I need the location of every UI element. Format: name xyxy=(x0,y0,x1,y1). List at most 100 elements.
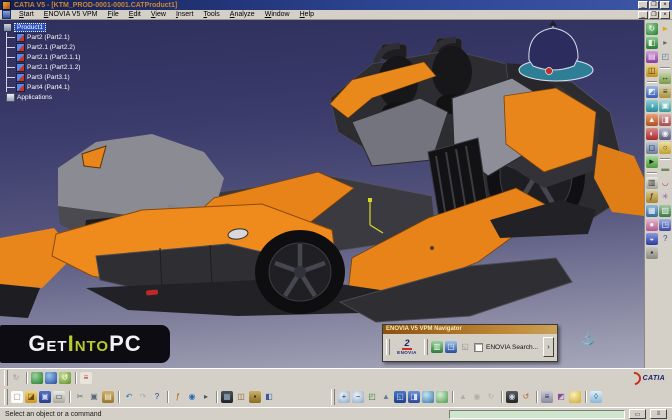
paste-icon[interactable]: ▤ xyxy=(102,391,114,403)
toolbar-grip[interactable] xyxy=(4,370,8,386)
menu-enovia-v5-vpm[interactable]: ENOVIA V5 VPM xyxy=(39,11,103,18)
enovia-navigator-titlebar[interactable]: ENOVIA V5 VPM Navigator xyxy=(383,325,557,334)
select-arrow-icon[interactable]: ► xyxy=(659,23,672,35)
multi-view-icon[interactable]: ◱ xyxy=(394,391,406,403)
ruler-icon[interactable]: ≡ xyxy=(541,391,553,403)
section-icon[interactable]: ◨ xyxy=(659,114,672,126)
tree-item-label[interactable]: Part2.1 (Part2.2) xyxy=(27,44,75,51)
zoom-area-icon[interactable]: ◰ xyxy=(659,51,672,63)
enovia-open-icon[interactable]: ◳ xyxy=(445,341,457,353)
enovia-work-globe-icon[interactable] xyxy=(31,372,43,384)
menu-view[interactable]: View xyxy=(146,11,171,18)
look-at-icon[interactable]: ◉ xyxy=(471,391,483,403)
kinematics-icon[interactable]: ► xyxy=(645,156,658,168)
print-icon[interactable]: ▭ xyxy=(53,391,65,403)
sketcher-icon[interactable]: ◫ xyxy=(645,65,658,77)
turn-head-icon[interactable]: ↻ xyxy=(485,391,497,403)
measure-item-icon[interactable]: ≡ xyxy=(659,86,672,98)
update-icon[interactable]: ↻ xyxy=(645,23,658,35)
measure-between-icon[interactable]: ↔ xyxy=(659,72,672,84)
enovia-search-checkbox[interactable] xyxy=(474,342,483,352)
menu-start[interactable]: Start xyxy=(14,11,39,18)
menu-help[interactable]: Help xyxy=(295,11,319,18)
minimize-button[interactable]: _ xyxy=(638,1,648,9)
tree-applications-label[interactable]: Applications xyxy=(17,94,52,101)
help-tools-icon[interactable]: ? xyxy=(659,233,672,245)
command-input[interactable] xyxy=(449,409,625,419)
render-icon[interactable]: ◒ xyxy=(645,233,658,245)
shaded-view-icon[interactable] xyxy=(422,391,434,403)
navigator-expand-button[interactable]: › xyxy=(543,337,554,357)
undo-icon[interactable]: ↶ xyxy=(123,391,135,403)
menu-edit[interactable]: Edit xyxy=(124,11,146,18)
tree-root-row[interactable]: Product1 xyxy=(3,22,123,32)
doc-close-button[interactable]: × xyxy=(660,10,670,19)
enovia-open-globe-icon[interactable] xyxy=(45,372,57,384)
macro-icon[interactable]: ▪ xyxy=(645,247,658,259)
dmu-icon[interactable]: ◻ xyxy=(645,142,658,154)
drafting-icon[interactable]: ▥ xyxy=(645,177,658,189)
document-menu-icon[interactable] xyxy=(2,10,11,19)
enovia-connect-icon[interactable]: ▥ xyxy=(431,341,443,353)
data-grid-icon[interactable]: ▦ xyxy=(221,391,233,403)
publish-icon[interactable]: ▧ xyxy=(659,205,672,217)
iso-view-icon[interactable]: ◨ xyxy=(408,391,420,403)
tree-item-label[interactable]: Part2.1 (Part2.1.2) xyxy=(27,64,80,71)
dialog-toggle-button[interactable]: ≡ xyxy=(650,409,667,419)
fly-through-icon[interactable]: ▲ xyxy=(380,391,392,403)
multi-select-icon[interactable]: ▸ xyxy=(659,37,672,49)
scene-icon[interactable]: ◳ xyxy=(659,219,672,231)
search-icon[interactable]: ◉ xyxy=(186,391,198,403)
catalog-icon[interactable]: ▦ xyxy=(645,205,658,217)
tree-item[interactable]: Part3 (Part3.1) xyxy=(7,72,123,82)
view-compass[interactable] xyxy=(518,20,594,82)
lock-icon[interactable]: ▪ xyxy=(249,391,261,403)
cut-icon[interactable]: ✂ xyxy=(74,391,86,403)
tree-item-label[interactable]: Part4 (Part4.1) xyxy=(27,84,70,91)
copy-icon[interactable]: ▣ xyxy=(88,391,100,403)
fly-mode-icon[interactable]: ▲ xyxy=(457,391,469,403)
ground-icon[interactable]: ▬ xyxy=(659,163,672,175)
doc-restore-button[interactable]: ❐ xyxy=(649,10,659,19)
tree-item[interactable]: Part2.1 (Part2.1.1) xyxy=(7,52,123,62)
tree-item-label[interactable]: Part3 (Part3.1) xyxy=(27,74,70,81)
tree-item[interactable]: Part2.1 (Part2.1.2) xyxy=(7,62,123,72)
expand-arrow-icon[interactable]: ▸ xyxy=(200,391,212,403)
light-icon[interactable] xyxy=(569,391,581,403)
tree-item[interactable]: Part2 (Part2.1) xyxy=(7,32,123,42)
menu-analyze[interactable]: Analyze xyxy=(225,11,260,18)
restore-button[interactable]: ❐ xyxy=(649,1,659,9)
tree-item-label[interactable]: Part2 (Part2.1) xyxy=(27,34,70,41)
tree-item-label[interactable]: Part2.1 (Part2.1.1) xyxy=(27,54,80,61)
tree-applications-row[interactable]: Applications xyxy=(6,92,123,102)
enovia-sync-globe-icon[interactable]: ↺ xyxy=(59,372,71,384)
zoom-out-icon[interactable]: − xyxy=(352,391,364,403)
toolbar-grip[interactable] xyxy=(331,389,335,405)
zoom-in-icon[interactable]: + xyxy=(338,391,350,403)
tree-item[interactable]: Part2.1 (Part2.2) xyxy=(7,42,123,52)
eraser-icon[interactable]: ◊ xyxy=(590,391,602,403)
menu-tools[interactable]: Tools xyxy=(198,11,224,18)
doc-minimize-button[interactable]: _ xyxy=(638,10,648,19)
annotate-icon[interactable]: ▣ xyxy=(659,100,672,112)
wireframe-icon[interactable]: ◩ xyxy=(645,86,658,98)
knowledge-icon[interactable]: ƒ xyxy=(645,191,658,203)
explode-icon[interactable]: ✳ xyxy=(659,191,672,203)
part-design-icon[interactable]: ◧ xyxy=(645,37,658,49)
surface-icon[interactable]: ◑ xyxy=(645,100,658,112)
toolbar-grip[interactable] xyxy=(4,389,8,405)
local-save-refresh-icon[interactable]: ↻ xyxy=(10,372,22,384)
enovia-save-icon[interactable]: ◱ xyxy=(459,341,471,353)
assembly-icon[interactable]: ▤ xyxy=(645,51,658,63)
menu-insert[interactable]: Insert xyxy=(171,11,199,18)
close-button[interactable]: × xyxy=(660,1,670,9)
menu-window[interactable]: Window xyxy=(260,11,295,18)
save-icon[interactable]: ▣ xyxy=(39,391,51,403)
open-folder-icon[interactable]: ◪ xyxy=(25,391,37,403)
rotate-scene-icon[interactable]: ↺ xyxy=(520,391,532,403)
tree-root-label[interactable]: Product1 xyxy=(14,22,47,32)
knowledge-fx-icon[interactable]: ƒ xyxy=(172,391,184,403)
magnet-icon[interactable]: ◡ xyxy=(659,177,672,189)
wireframe-view-icon[interactable] xyxy=(436,391,448,403)
fit-all-icon[interactable]: ◰ xyxy=(366,391,378,403)
